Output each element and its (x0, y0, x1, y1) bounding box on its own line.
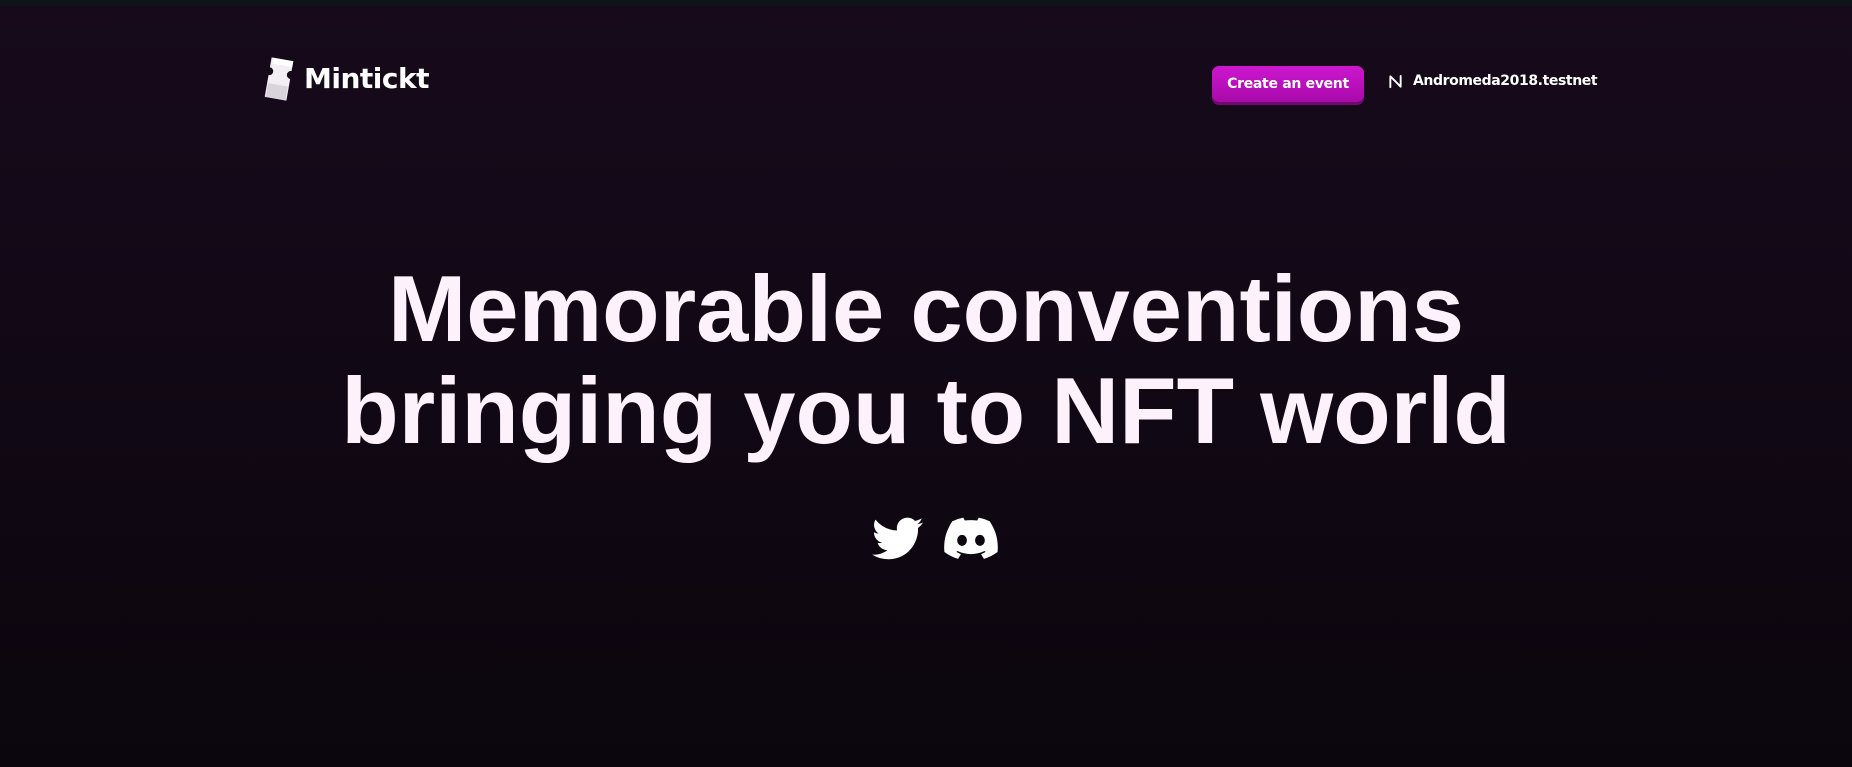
top-navbar: Mintickt Create an event Andromeda2018.t… (0, 6, 1852, 156)
create-event-button[interactable]: Create an event (1212, 66, 1364, 102)
twitter-link[interactable] (872, 516, 924, 567)
hero-title-line-2: bringing you to NFT world (341, 358, 1511, 463)
near-icon (1389, 74, 1402, 88)
twitter-icon (872, 517, 924, 560)
hero-title: Memorable conventions bringing you to NF… (0, 258, 1852, 462)
landing-page: Mintickt Create an event Andromeda2018.t… (0, 0, 1852, 767)
ticket-logo-icon (264, 57, 294, 101)
social-links (872, 516, 998, 567)
discord-icon (944, 517, 998, 559)
account-menu[interactable]: Andromeda2018.testnet (1388, 73, 1598, 89)
account-name: Andromeda2018.testnet (1413, 73, 1598, 89)
hero-title-line-1: Memorable conventions (388, 256, 1464, 361)
discord-link[interactable] (944, 516, 998, 567)
logo[interactable]: Mintickt (262, 55, 429, 103)
logo-text: Mintickt (304, 62, 429, 95)
